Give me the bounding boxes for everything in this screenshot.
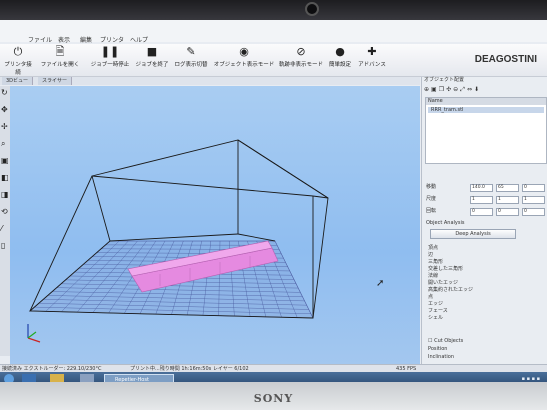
ie-icon[interactable] <box>22 374 36 382</box>
view-tool-strip: ↻ ✥ ✢ ⌕ ▣ ◧ ◨ ⟲ ⁄ ▯ <box>0 86 10 356</box>
scale-icon[interactable]: ⤢ <box>460 86 467 93</box>
edit-icon[interactable]: ⁄ <box>1 225 9 233</box>
add-icon[interactable]: ⊕ <box>424 86 431 93</box>
rotate-label: 回転 <box>426 208 437 214</box>
analysis-title: Object Analysis <box>426 220 465 226</box>
menu-printer[interactable]: プリンタ <box>100 35 124 44</box>
tab-slicer[interactable]: スライサー <box>38 77 73 85</box>
view-tabs: 3Dビュー スライサー <box>0 77 420 85</box>
taskbar: Repetier-Host ▪ ▪ ▪ ▪ <box>0 372 547 382</box>
axis-indicator <box>27 324 41 343</box>
hide-path-mode-button[interactable]: ⊘ 軌跡非表示モード <box>278 45 324 69</box>
object-list[interactable]: Name RRR_tram.stl <box>425 97 547 164</box>
pause-job-button[interactable]: ❚❚ ジョブ一時停止 <box>88 45 132 69</box>
scale-x-field[interactable]: 1 <box>470 196 493 204</box>
stat-faces: フェース <box>428 308 448 314</box>
object-placement-panel: オブジェクト配置 ⊕▣❐✣⊖⤢⇔⬇ Name RRR_tram.stl 移動 1… <box>421 77 547 364</box>
stat-high-connected-edges: 高集約されたエッジ <box>428 287 474 293</box>
easy-settings-button[interactable]: ● 簡単設定 <box>326 45 354 69</box>
file-icon: 🗎 <box>55 45 65 58</box>
open-file-button[interactable]: 🗎 ファイルを開く <box>38 45 82 69</box>
eye-icon: ◉ <box>239 45 249 58</box>
laptop-brand: SONY <box>253 392 294 405</box>
stat-edges: 辺 <box>428 252 434 258</box>
translate-label: 移動 <box>426 184 437 190</box>
stat-shells: シェル <box>428 315 444 321</box>
connect-button[interactable]: ⏻ プリンタ接続 <box>2 45 34 77</box>
mouse-cursor: ➚ <box>376 278 384 289</box>
translate-y-field[interactable]: 65 <box>496 184 519 192</box>
position-label: Position <box>428 346 448 352</box>
panel-toolbar: ⊕▣❐✣⊖⤢⇔⬇ <box>424 86 481 94</box>
menu-bar: ファイル 表示 編集 プリンタ ヘルプ <box>0 20 547 44</box>
copy-icon[interactable]: ❐ <box>439 86 446 93</box>
save-icon[interactable]: ▣ <box>431 86 439 93</box>
system-tray: ▪ ▪ ▪ ▪ <box>521 376 540 382</box>
object-view-mode-button[interactable]: ◉ オブジェクト表示モード <box>212 45 276 69</box>
power-icon: ⏻ <box>13 45 23 58</box>
print-volume-svg: ➚ <box>27 139 384 343</box>
pencil-icon: ✎ <box>186 45 196 58</box>
explorer-icon[interactable] <box>50 374 64 382</box>
rotate-z-field[interactable]: 0 <box>522 208 545 216</box>
scale-label: 尺度 <box>426 196 437 202</box>
stat-triangles: 三角形 <box>428 259 444 265</box>
rotate-x-field[interactable]: 0 <box>470 208 493 216</box>
brand-logo: DEAGOSTINI <box>474 54 537 65</box>
media-icon[interactable] <box>80 374 94 382</box>
object-list-header: Name <box>426 98 546 105</box>
stat-intersecting-triangles: 交差した三角形 <box>428 266 464 272</box>
side-view-icon[interactable]: ◨ <box>1 191 9 199</box>
translate-z-field[interactable]: 0 <box>522 184 545 192</box>
3d-viewport[interactable]: ➚ <box>10 86 420 364</box>
panel-title: オブジェクト配置 <box>424 77 465 83</box>
eye-slash-icon: ⊘ <box>296 45 306 58</box>
stat-vertices: 頂点 <box>428 245 439 251</box>
screen: ファイル 表示 編集 プリンタ ヘルプ ⏻ プリンタ接続 🗎 ファイルを開く ❚… <box>0 20 547 382</box>
menu-file[interactable]: ファイル <box>28 35 52 44</box>
download-icon[interactable]: ⬇ <box>474 86 481 93</box>
webcam-icon <box>305 2 319 16</box>
delete-icon[interactable]: ▯ <box>1 242 9 250</box>
wrench-icon: ✚ <box>367 45 377 58</box>
advanced-button[interactable]: ✚ アドバンス <box>356 45 388 69</box>
inclination-label: Inclination <box>428 354 454 360</box>
deep-analysis-button[interactable]: Deep Analysis <box>430 229 516 239</box>
fit-icon[interactable]: ▣ <box>1 157 9 165</box>
toggle-log-button[interactable]: ✎ ログ表示切替 <box>172 45 210 69</box>
zoom-icon[interactable]: ⌕ <box>1 140 9 148</box>
top-view-icon[interactable]: ◧ <box>1 174 9 182</box>
laptop-bezel-top <box>0 0 547 22</box>
scale-z-field[interactable]: 1 <box>522 196 545 204</box>
mirror-icon[interactable]: ⇔ <box>467 86 474 93</box>
stat-edge: エッジ <box>428 301 444 307</box>
menu-view[interactable]: 表示 <box>58 35 70 44</box>
pan-icon[interactable]: ✢ <box>1 123 9 131</box>
stat-points: 点 <box>428 294 434 300</box>
toolbar: ⏻ プリンタ接続 🗎 ファイルを開く ❚❚ ジョブ一時停止 ■ ジョブを終了 ✎… <box>0 44 547 77</box>
rotate-y-field[interactable]: 0 <box>496 208 519 216</box>
cut-objects-checkbox[interactable]: ☐ Cut Objects <box>428 337 463 345</box>
user-icon: ● <box>335 45 345 58</box>
object-list-item[interactable]: RRR_tram.stl <box>428 107 544 113</box>
tab-3d-view[interactable]: 3Dビュー <box>2 77 34 85</box>
pause-icon: ❚❚ <box>100 45 120 58</box>
scale-y-field[interactable]: 1 <box>496 196 519 204</box>
translate-x-field[interactable]: 140.0 <box>470 184 493 192</box>
stop-job-button[interactable]: ■ ジョブを終了 <box>134 45 170 69</box>
stat-open-edges: 開いたエッジ <box>428 280 459 286</box>
stop-icon: ■ <box>146 45 158 58</box>
start-button[interactable] <box>4 374 14 382</box>
taskbar-active-window[interactable]: Repetier-Host <box>104 374 174 382</box>
reset-view-icon[interactable]: ⟲ <box>1 208 9 216</box>
menu-edit[interactable]: 編集 <box>80 35 92 44</box>
rotate-icon[interactable]: ↻ <box>1 89 9 97</box>
menu-help[interactable]: ヘルプ <box>130 35 148 44</box>
stat-normals: 法線 <box>428 273 439 279</box>
move-icon[interactable]: ✥ <box>1 106 9 114</box>
